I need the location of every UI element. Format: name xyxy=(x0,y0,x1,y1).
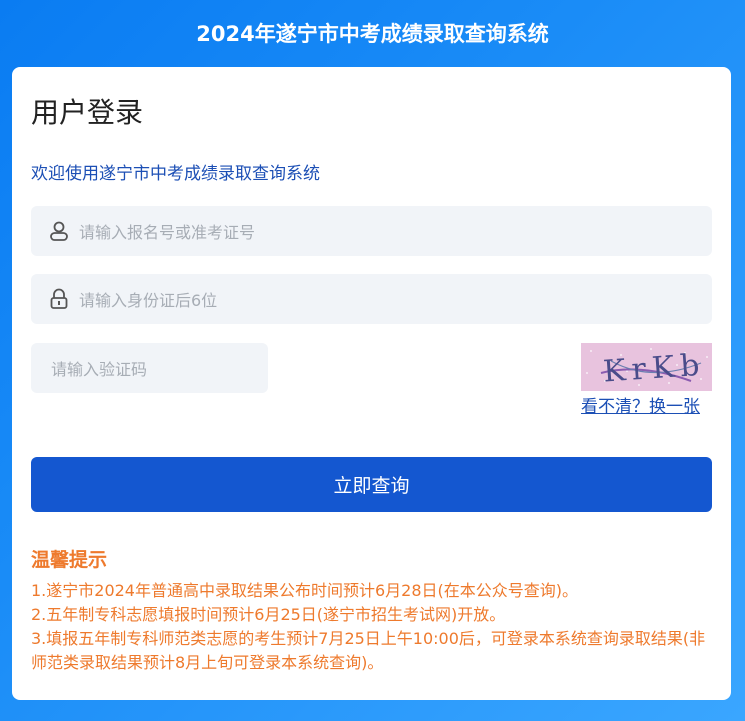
id-placeholder: 请输入身份证后6位 xyxy=(79,291,218,310)
username-placeholder: 请输入报名号或准考证号 xyxy=(79,223,256,242)
welcome-text: 欢迎使用遂宁市中考成绩录取查询系统 xyxy=(31,164,320,184)
tip-item: 2.五年制专科志愿填报时间预计6月25日(遂宁市招生考试网)开放。 xyxy=(31,605,506,624)
tip-item: 3.填报五年制专科师范类志愿的考生预计7月25日上午10:00后，可登录本系统查… xyxy=(31,629,706,672)
id-field[interactable]: 请输入身份证后6位 xyxy=(31,274,712,324)
captcha-placeholder: 请输入验证码 xyxy=(51,360,148,379)
page-title: 2024年遂宁市中考成绩录取查询系统 xyxy=(196,22,549,46)
refresh-captcha-link[interactable]: 看不清？换一张 xyxy=(581,392,700,417)
user-icon xyxy=(49,220,69,242)
captcha-image[interactable]: KrKb xyxy=(581,343,712,391)
submit-button[interactable]: 立即查询 xyxy=(31,457,712,512)
lock-icon xyxy=(49,288,69,310)
tips-list: 1.遂宁市2024年普通高中录取结果公布时间预计6月28日(在本公众号查询)。 … xyxy=(31,579,721,675)
captcha-text: KrKb xyxy=(602,348,707,390)
tips-title: 温馨提示 xyxy=(31,549,108,571)
captcha-input[interactable]: 请输入验证码 xyxy=(31,343,268,393)
login-title: 用户登录 xyxy=(31,96,144,129)
login-card: 用户登录 欢迎使用遂宁市中考成绩录取查询系统 请输入报名号或准考证号 请输入身份… xyxy=(12,67,731,700)
tip-item: 1.遂宁市2024年普通高中录取结果公布时间预计6月28日(在本公众号查询)。 xyxy=(31,581,579,600)
username-field[interactable]: 请输入报名号或准考证号 xyxy=(31,206,712,256)
page-header: 2024年遂宁市中考成绩录取查询系统 xyxy=(0,0,745,66)
